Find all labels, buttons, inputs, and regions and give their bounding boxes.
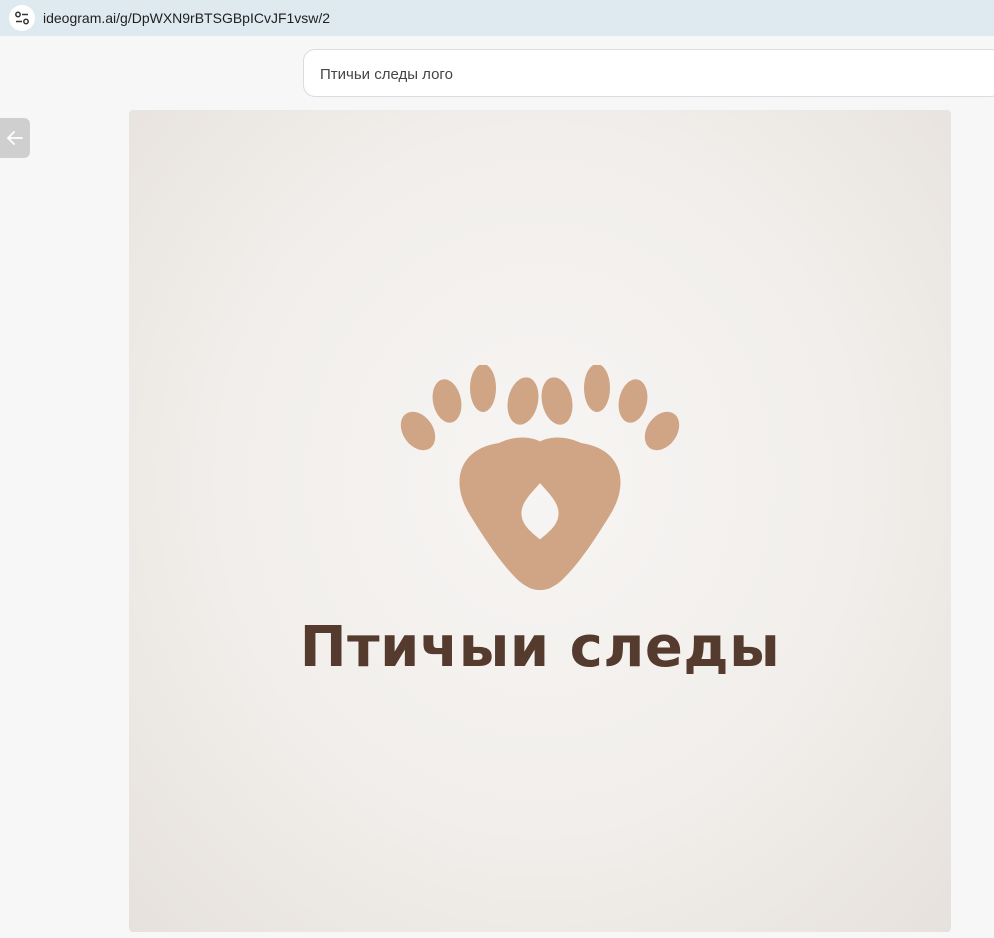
back-button[interactable]: [0, 118, 30, 158]
footprints-logo-icon: [400, 365, 680, 591]
prompt-text: Птичьи следы лого: [320, 66, 453, 83]
tune-icon: [15, 11, 29, 25]
site-info-button[interactable]: [9, 5, 35, 31]
arrow-left-icon: [7, 131, 23, 145]
generated-image[interactable]: Птичыи следы: [129, 110, 951, 932]
prompt-input[interactable]: Птичьи следы лого: [303, 49, 994, 97]
address-bar: ideogram.ai/g/DpWXN9rBTSGBpICvJF1vsw/2: [0, 0, 994, 36]
right-foot: [519, 365, 680, 591]
logo-text: Птичыи следы: [299, 615, 781, 680]
url-text[interactable]: ideogram.ai/g/DpWXN9rBTSGBpICvJF1vsw/2: [43, 10, 330, 26]
